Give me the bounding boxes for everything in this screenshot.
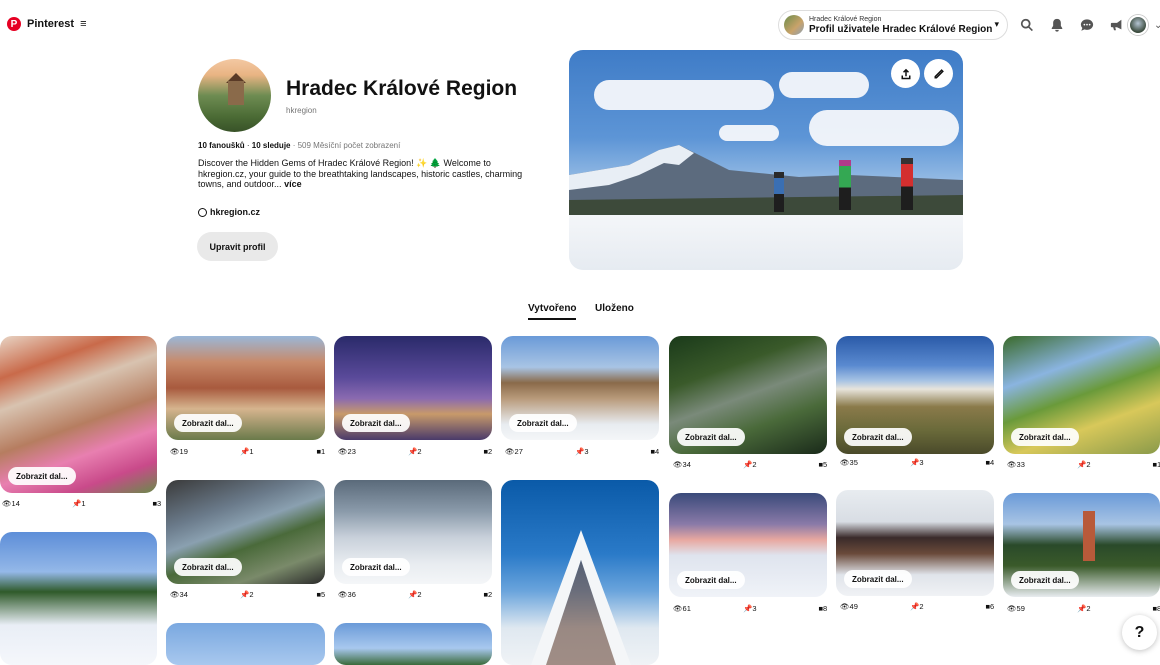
pin-card[interactable] xyxy=(0,532,157,665)
pin-card[interactable]: Zobrazit dal... xyxy=(166,480,325,584)
pin-stats: 👁 33 📌 2 ■ 1 xyxy=(1007,460,1160,469)
profile-bio: Discover the Hidden Gems of Hradec Králo… xyxy=(198,158,528,190)
pin-more-button[interactable]: Zobrazit dal... xyxy=(342,558,410,576)
user-avatar[interactable] xyxy=(1128,15,1148,35)
bio-more-link[interactable]: více xyxy=(284,179,302,189)
megaphone-icon[interactable] xyxy=(1106,12,1128,38)
profile-switcher[interactable]: Hradec Králové Region Profil uživatele H… xyxy=(778,10,1008,40)
app-name: Pinterest xyxy=(27,18,75,30)
active-tab-indicator xyxy=(528,318,576,320)
upload-icon xyxy=(901,68,910,79)
pin-card[interactable]: Zobrazit dal... xyxy=(836,490,994,596)
edit-profile-button[interactable]: Upravit profil xyxy=(197,232,278,261)
pinterest-logo-icon: P xyxy=(7,17,21,31)
pin-stats: 👁 59 📌 2 ■ 8 xyxy=(1007,604,1160,613)
website-link[interactable]: hkregion.cz xyxy=(198,207,260,217)
pin-card[interactable]: Zobrazit dal... xyxy=(0,336,157,493)
pin-card[interactable]: Zobrazit dal... xyxy=(334,480,492,584)
tab-created[interactable]: Vytvořeno xyxy=(528,303,577,314)
switcher-avatar xyxy=(784,15,804,35)
pin-stats: 👁 23 📌 2 ■ 2 xyxy=(338,447,493,456)
pin-more-button[interactable]: Zobrazit dal... xyxy=(174,558,242,576)
pin-more-button[interactable]: Zobrazit dal... xyxy=(844,570,912,588)
pin-card[interactable]: Zobrazit dal... xyxy=(836,336,994,454)
account-chevron-down-icon[interactable]: ⌄ xyxy=(1154,20,1160,31)
pin-icon: 📌 1 xyxy=(72,499,86,508)
profile-stats: 10 fanoušků · 10 sleduje · 509 Měsíční p… xyxy=(198,141,401,150)
pin-card[interactable] xyxy=(166,623,325,665)
switcher-profile-label: Profil uživatele Hradec Králové Region xyxy=(809,24,993,35)
pin-card[interactable]: Zobrazit dal... xyxy=(669,336,827,454)
pin-more-button[interactable]: Zobrazit dal... xyxy=(844,428,912,446)
help-button[interactable]: ? xyxy=(1122,615,1157,650)
bell-icon[interactable] xyxy=(1046,12,1068,38)
website-text: hkregion.cz xyxy=(210,207,261,217)
globe-icon xyxy=(198,207,207,217)
pin-stats: 👁 34 📌 2 ■ 5 xyxy=(170,590,326,599)
pin-card[interactable]: Zobrazit dal... xyxy=(166,336,325,440)
pin-stats: 👁 61 📌 3 ■ 8 xyxy=(673,604,828,613)
share-button[interactable] xyxy=(891,59,920,88)
help-icon: ? xyxy=(1134,623,1145,641)
pin-more-button[interactable]: Zobrazit dal... xyxy=(174,414,242,432)
top-bar: P Pinterest ≡ Hradec Králové Region Prof… xyxy=(0,0,1160,50)
menu-icon[interactable]: ≡ xyxy=(80,18,86,30)
logo[interactable]: P Pinterest ≡ xyxy=(7,17,87,31)
following-count[interactable]: 10 sleduje xyxy=(252,141,291,150)
profile-handle: hkregion xyxy=(286,106,317,115)
edit-cover-button[interactable] xyxy=(924,59,953,88)
profile-avatar xyxy=(198,59,271,132)
pin-more-button[interactable]: Zobrazit dal... xyxy=(677,428,745,446)
pin-more-button[interactable]: Zobrazit dal... xyxy=(1011,571,1079,589)
pin-card[interactable]: Zobrazit dal... xyxy=(669,493,827,597)
pin-card[interactable] xyxy=(501,480,659,665)
pin-stats: 👁 35 📌 3 ■ 4 xyxy=(840,458,995,467)
pin-more-button[interactable]: Zobrazit dal... xyxy=(509,414,577,432)
save-icon: ■ 3 xyxy=(152,499,162,508)
monthly-views: 509 Měsíční počet zobrazení xyxy=(297,141,401,150)
profile-name: Hradec Králové Region xyxy=(286,77,518,100)
pin-more-button[interactable]: Zobrazit dal... xyxy=(1011,428,1079,446)
search-icon[interactable] xyxy=(1016,12,1038,38)
pin-stats: 👁 34 📌 2 ■ 5 xyxy=(673,460,828,469)
pin-more-button[interactable]: Zobrazit dal... xyxy=(8,467,76,485)
chevron-down-icon: ▾ xyxy=(994,19,999,29)
pin-stats: 👁 36 📌 2 ■ 2 xyxy=(338,590,493,599)
pin-more-button[interactable]: Zobrazit dal... xyxy=(342,414,410,432)
eye-icon: 👁 14 xyxy=(2,499,20,508)
pin-stats: 👁 14 📌 1 ■ 3 xyxy=(2,499,162,511)
cover-image xyxy=(569,50,963,270)
pin-card[interactable]: Zobrazit dal... xyxy=(501,336,659,440)
pin-more-button[interactable]: Zobrazit dal... xyxy=(677,571,745,589)
pin-stats: 👁 27 📌 3 ■ 4 xyxy=(505,447,660,456)
pin-stats: 👁 19 📌 1 ■ 1 xyxy=(170,447,326,456)
pin-card[interactable]: Zobrazit dal... xyxy=(334,336,492,440)
pin-card[interactable]: Zobrazit dal... xyxy=(1003,336,1160,454)
bio-text: Discover the Hidden Gems of Hradec Králo… xyxy=(198,158,523,189)
pin-card[interactable]: Zobrazit dal... xyxy=(1003,493,1160,597)
tab-saved[interactable]: Uloženo xyxy=(595,303,634,314)
pin-card[interactable] xyxy=(334,623,492,665)
pin-stats: 👁 49 📌 2 ■ 6 xyxy=(840,602,995,611)
chat-icon[interactable] xyxy=(1076,12,1098,38)
pencil-icon xyxy=(934,68,944,78)
followers-count[interactable]: 10 fanoušků xyxy=(198,141,245,150)
